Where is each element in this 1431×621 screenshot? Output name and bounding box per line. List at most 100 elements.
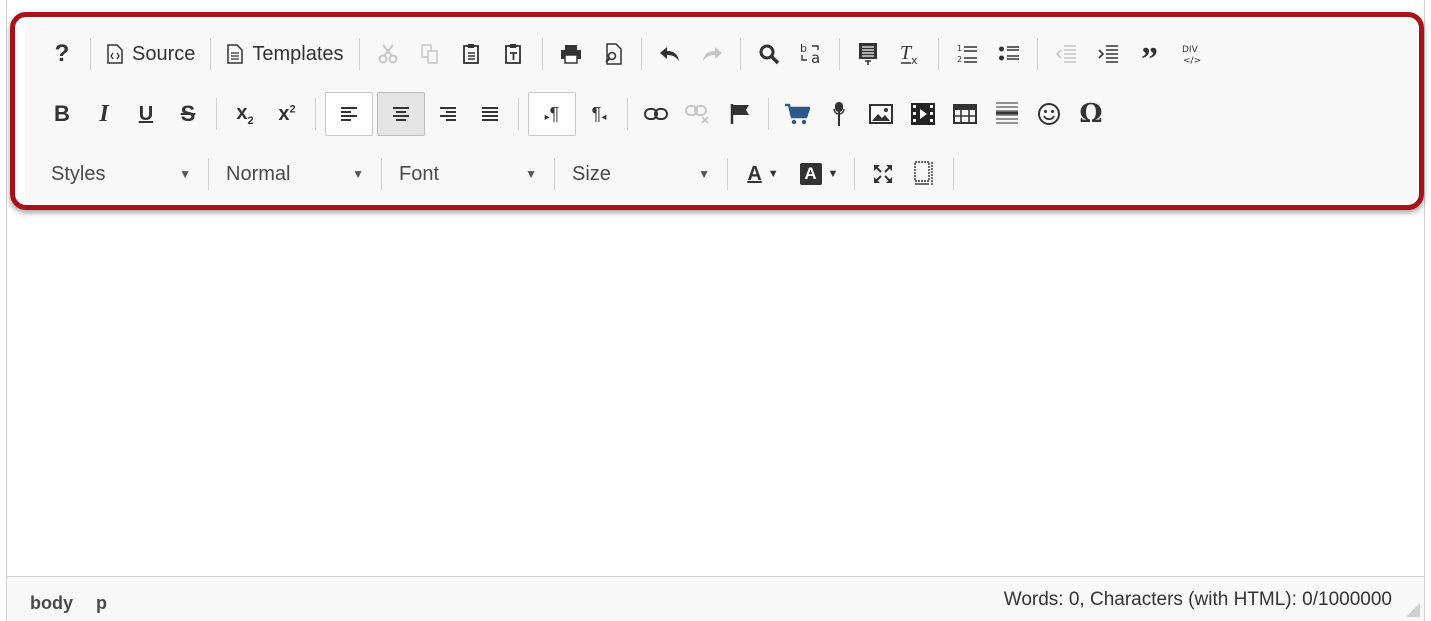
- align-right-button[interactable]: [429, 95, 467, 133]
- toolbar-separator: [627, 98, 628, 130]
- strike-icon: S: [180, 101, 196, 126]
- toolbar-row-2: B I U S x2 x2 ▸¶ ¶◂ Ω: [41, 92, 1112, 136]
- size-dropdown[interactable]: Size ▼: [562, 155, 720, 193]
- underline-button[interactable]: U: [127, 95, 165, 133]
- paste-button[interactable]: [453, 35, 491, 73]
- image-button[interactable]: [862, 95, 900, 133]
- spellcheck-button[interactable]: [849, 35, 887, 73]
- chevron-down-icon: ▼: [767, 168, 779, 180]
- copy-button[interactable]: [411, 35, 449, 73]
- superscript-button[interactable]: x2: [268, 95, 306, 133]
- align-left-button[interactable]: [325, 92, 373, 136]
- horizontal-rule-button[interactable]: [988, 95, 1026, 133]
- source-icon: [107, 44, 123, 64]
- toolbar-separator: [90, 38, 91, 70]
- bullet-list-button[interactable]: [990, 35, 1028, 73]
- toolbar-separator: [768, 98, 769, 130]
- remove-format-button[interactable]: Tx: [891, 35, 929, 73]
- blockquote-icon: ”: [1141, 41, 1159, 78]
- unlink-icon: [685, 105, 709, 124]
- find-button[interactable]: [750, 35, 788, 73]
- align-center-icon: [393, 107, 409, 121]
- numbered-list-button[interactable]: 12: [948, 35, 986, 73]
- anchor-button[interactable]: [721, 95, 759, 133]
- help-button[interactable]: ?: [43, 35, 81, 73]
- find-icon: [759, 44, 779, 65]
- paste-text-icon: [504, 44, 521, 64]
- editor-toolbar: ? Source Templates b a T x 1 2 ” DIV </>…: [25, 20, 1423, 204]
- preview-button[interactable]: [594, 35, 632, 73]
- redo-icon: [702, 47, 722, 61]
- subscript-button[interactable]: x2: [226, 95, 264, 133]
- toolbar-row-1: ? Source Templates b a T x 1 2 ” DIV </>: [41, 32, 1213, 78]
- justify-icon: [482, 107, 498, 121]
- source-label: Source: [132, 42, 196, 65]
- bold-button[interactable]: B: [43, 95, 81, 133]
- outdent-button[interactable]: [1047, 35, 1085, 73]
- special-char-button[interactable]: Ω: [1072, 95, 1110, 133]
- smiley-button[interactable]: [1030, 95, 1068, 133]
- rtl-icon: ¶◂: [591, 103, 607, 124]
- styles-dropdown[interactable]: Styles ▼: [41, 155, 201, 193]
- replace-button[interactable]: ba: [792, 35, 830, 73]
- size-dropdown-label: Size: [572, 162, 611, 185]
- align-center-button[interactable]: [377, 92, 425, 136]
- unlink-button[interactable]: [679, 95, 717, 133]
- font-dropdown[interactable]: Font ▼: [389, 155, 547, 193]
- background-color-button[interactable]: A ▼: [793, 155, 845, 193]
- toolbar-row-3: Styles ▼ Normal ▼ Font ▼ Size ▼ A ▼ A ▼: [41, 152, 961, 196]
- toolbar-separator: [315, 98, 316, 130]
- svg-text:</>: </>: [1183, 56, 1201, 66]
- link-button[interactable]: [637, 95, 675, 133]
- resize-handle-icon[interactable]: [1406, 603, 1420, 617]
- replace-icon: ba: [800, 42, 820, 66]
- toolbar-separator: [1036, 38, 1038, 70]
- source-button[interactable]: Source: [100, 35, 201, 73]
- indent-button[interactable]: [1089, 35, 1127, 73]
- path-item-body[interactable]: body: [30, 593, 73, 613]
- undo-button[interactable]: [651, 35, 689, 73]
- strike-button[interactable]: S: [169, 95, 207, 133]
- italic-icon: I: [99, 100, 109, 127]
- cut-button[interactable]: [369, 35, 407, 73]
- cart-icon: [785, 103, 810, 125]
- path-item-p[interactable]: p: [96, 593, 107, 613]
- svg-text:DIV: DIV: [1182, 45, 1199, 55]
- chevron-down-icon: ▼: [827, 168, 839, 180]
- templates-button[interactable]: Templates: [220, 35, 349, 73]
- templates-label: Templates: [252, 42, 344, 65]
- smiley-icon: [1038, 103, 1060, 125]
- show-blocks-button[interactable]: [906, 155, 944, 193]
- rich-text-editor: ? Source Templates b a T x 1 2 ” DIV </>…: [6, 0, 1425, 621]
- cart-button[interactable]: [778, 95, 816, 133]
- format-dropdown[interactable]: Normal ▼: [216, 155, 374, 193]
- div-button[interactable]: DIV </>: [1173, 35, 1211, 73]
- justify-button[interactable]: [471, 95, 509, 133]
- bullet-list-icon: [998, 46, 1019, 61]
- toolbar-separator: [953, 158, 954, 190]
- blockquote-button[interactable]: ”: [1131, 35, 1169, 78]
- align-left-icon: [341, 107, 357, 121]
- superscript-icon: x2: [278, 102, 296, 125]
- table-button[interactable]: [946, 95, 984, 133]
- redo-button[interactable]: [693, 35, 731, 73]
- video-button[interactable]: [904, 95, 942, 133]
- audio-button[interactable]: [820, 95, 858, 133]
- editor-status-bar: body p Words: 0, Characters (with HTML):…: [7, 576, 1424, 621]
- bold-icon: B: [54, 101, 70, 126]
- ltr-button[interactable]: ▸¶: [528, 92, 576, 136]
- toolbar-separator: [640, 38, 642, 70]
- text-color-button[interactable]: A ▼: [737, 155, 789, 193]
- undo-icon: [659, 47, 679, 61]
- print-button[interactable]: [552, 35, 590, 73]
- maximize-button[interactable]: [864, 155, 902, 193]
- maximize-icon: [874, 165, 892, 183]
- paste-icon: [462, 44, 479, 64]
- paste-text-button[interactable]: [495, 35, 533, 73]
- div-icon: DIV</>: [1182, 45, 1201, 66]
- styles-dropdown-label: Styles: [51, 162, 106, 185]
- rtl-button[interactable]: ¶◂: [580, 95, 618, 133]
- toolbar-separator: [854, 158, 855, 190]
- editor-content-area[interactable]: [7, 210, 1424, 576]
- italic-button[interactable]: I: [85, 95, 123, 133]
